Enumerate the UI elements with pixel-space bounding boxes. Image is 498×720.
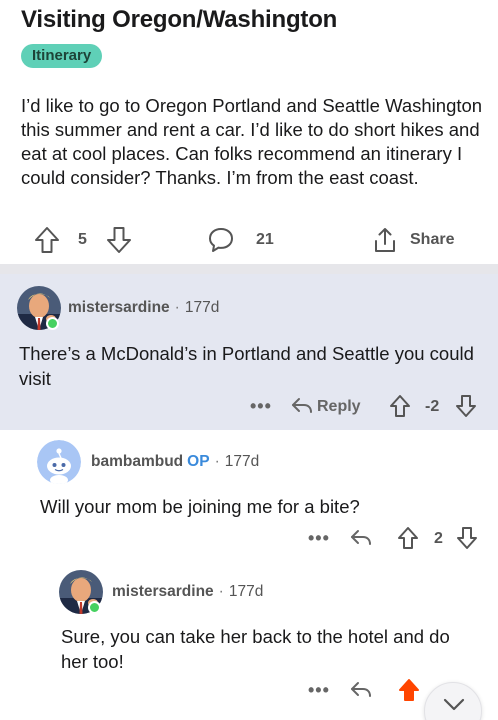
comment: mistersardine · 177d There’s a McDonald’s … <box>0 274 498 430</box>
post-title: Visiting Oregon/Washington <box>21 6 338 33</box>
comment-text: There’s a McDonald’s in Portland and Sea… <box>19 343 474 389</box>
post-body: I’d like to go to Oregon Portland and Se… <box>21 95 483 188</box>
more-options-button[interactable]: ••• <box>250 396 272 416</box>
comment-actions: ••• Reply -2 <box>0 394 498 420</box>
meta-separator: · <box>174 299 180 316</box>
comment-username[interactable]: mistersardine <box>112 583 214 600</box>
comment: mistersardine · 177d Sure, you can take he… <box>0 560 498 720</box>
avatar[interactable] <box>37 440 81 484</box>
reply-arrow-icon[interactable] <box>290 395 314 417</box>
share-icon[interactable] <box>372 226 398 254</box>
comment-score: 2 <box>434 530 443 547</box>
comment-text: Will your mom be joining me for a bite? <box>40 496 360 517</box>
comment-meta: mistersardine · 177d <box>68 298 219 318</box>
speech-bubble-icon[interactable] <box>207 226 235 254</box>
post-flair[interactable]: Itinerary <box>21 44 103 68</box>
arrow-down-icon[interactable] <box>106 226 132 254</box>
post-actions: 5 21 Share <box>0 224 498 256</box>
op-badge: OP <box>187 453 210 470</box>
comment: bambambud OP · 177d Will your mom be joinin… <box>0 430 498 560</box>
comment-score: -2 <box>425 398 440 415</box>
reply-button[interactable]: Reply <box>317 397 361 417</box>
arrow-up-icon[interactable] <box>397 526 419 550</box>
online-status-icon <box>88 601 101 614</box>
arrow-up-icon[interactable] <box>389 394 411 418</box>
post-vote-count: 5 <box>78 231 87 248</box>
more-options-button[interactable]: ••• <box>308 528 330 548</box>
comment-username[interactable]: mistersardine <box>68 299 170 316</box>
online-status-icon <box>46 317 59 330</box>
comment-meta: bambambud OP · 177d <box>91 452 259 472</box>
arrow-down-icon[interactable] <box>455 394 477 418</box>
section-divider <box>0 264 498 274</box>
share-button[interactable]: Share <box>410 230 454 250</box>
chevron-down-icon <box>443 698 465 711</box>
reply-arrow-icon[interactable] <box>349 527 373 549</box>
comment-age: 177d <box>224 453 260 470</box>
reply-arrow-icon[interactable] <box>349 679 373 701</box>
arrow-up-icon[interactable] <box>34 226 60 254</box>
comment-actions: ••• <box>0 678 498 704</box>
arrow-up-icon[interactable] <box>398 678 420 702</box>
more-options-button[interactable]: ••• <box>308 680 330 700</box>
comment-actions: ••• 2 <box>0 526 498 552</box>
comment-age: 177d <box>228 583 264 600</box>
comment-meta: mistersardine · 177d <box>112 582 263 602</box>
meta-separator: · <box>218 583 224 600</box>
comment-text: Sure, you can take her back to the hotel… <box>61 626 450 672</box>
meta-separator: · <box>214 453 220 470</box>
comment-username[interactable]: bambambud <box>91 453 183 470</box>
arrow-down-icon[interactable] <box>456 526 478 550</box>
post: Visiting Oregon/Washington Itinerary I’d… <box>0 0 498 264</box>
comment-age: 177d <box>184 299 220 316</box>
post-comment-count: 21 <box>256 231 274 248</box>
